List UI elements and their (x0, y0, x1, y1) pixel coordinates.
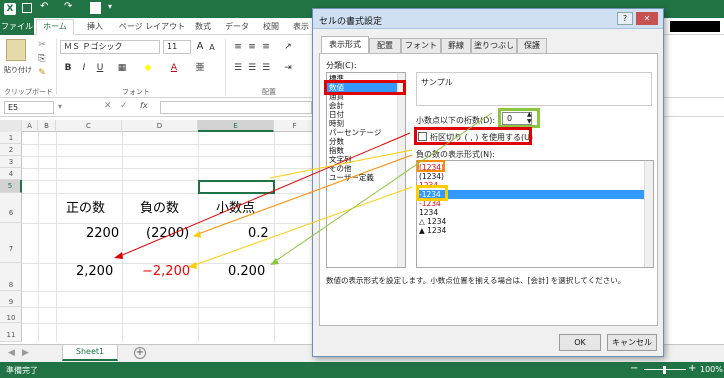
arrow-separator-to-c8 (119, 132, 411, 257)
arrow-yellow-extra (269, 149, 413, 179)
arrow-decimal-to-e8 (273, 112, 493, 263)
arrowhead-yellow (188, 262, 197, 269)
arrow-minus-to-d8 (191, 186, 413, 267)
arrowhead-orange (193, 231, 201, 238)
arrowhead-red (114, 252, 123, 259)
arrow-paren-to-d7 (197, 154, 413, 235)
annotation-arrows (114, 112, 493, 269)
